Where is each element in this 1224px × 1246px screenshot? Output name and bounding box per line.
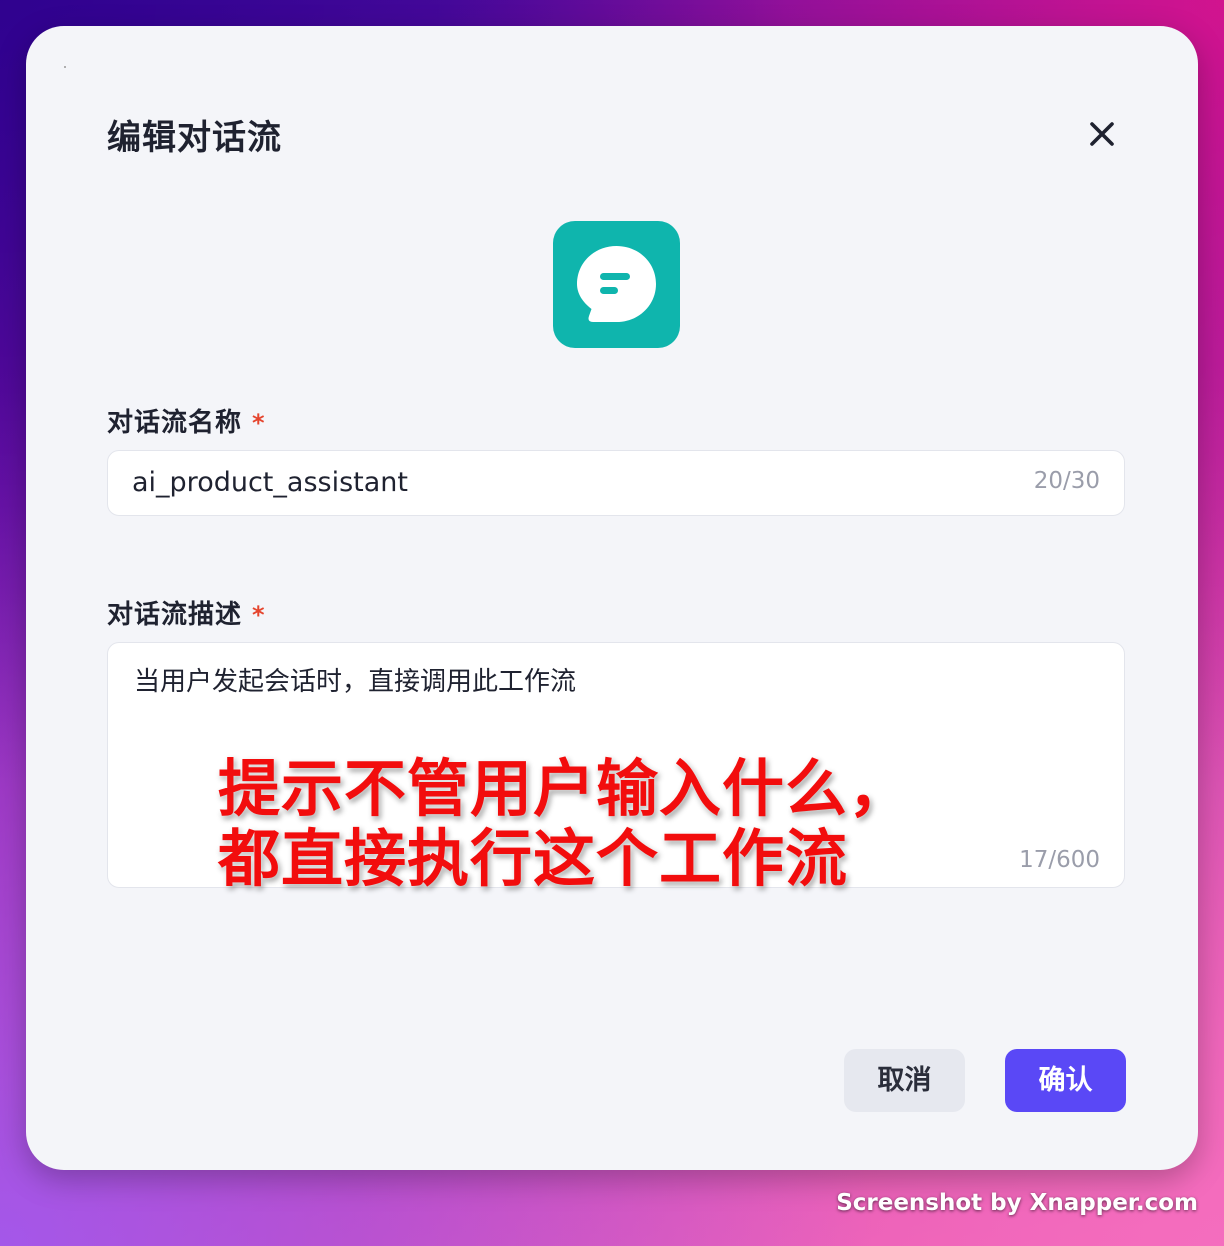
- name-label-text: 对话流名称: [107, 408, 243, 438]
- cancel-button[interactable]: 取消: [844, 1049, 965, 1112]
- close-button[interactable]: [1082, 114, 1122, 154]
- description-char-counter: 17/600: [1019, 847, 1100, 873]
- decorative-dot: [64, 66, 66, 68]
- required-mark: *: [252, 601, 266, 629]
- name-input[interactable]: ai_product_assistant 20/30: [107, 450, 1125, 516]
- description-field-label: 对话流描述 *: [107, 594, 266, 631]
- name-char-counter: 20/30: [1033, 468, 1100, 494]
- watermark: Screenshot by Xnapper.com: [836, 1190, 1198, 1216]
- chat-bubble-icon: [577, 246, 656, 322]
- close-icon: [1090, 122, 1114, 146]
- app-icon-picker[interactable]: [553, 221, 680, 348]
- annotation-line-1: 提示不管用户输入什么，: [218, 752, 912, 825]
- desc-label-text: 对话流描述: [107, 600, 243, 630]
- name-field-label: 对话流名称 *: [107, 402, 266, 439]
- edit-chatflow-dialog: 编辑对话流 对话流名称 * ai_product_assistant 20/30 …: [26, 26, 1198, 1170]
- name-input-value: ai_product_assistant: [132, 467, 408, 498]
- required-mark: *: [252, 409, 266, 437]
- description-value: 当用户发起会话时，直接调用此工作流: [134, 667, 577, 697]
- confirm-button[interactable]: 确认: [1005, 1049, 1126, 1112]
- annotation-overlay: 提示不管用户输入什么， 都直接执行这个工作流: [218, 754, 911, 894]
- annotation-line-2: 都直接执行这个工作流: [218, 822, 849, 895]
- dialog-title: 编辑对话流: [107, 118, 282, 158]
